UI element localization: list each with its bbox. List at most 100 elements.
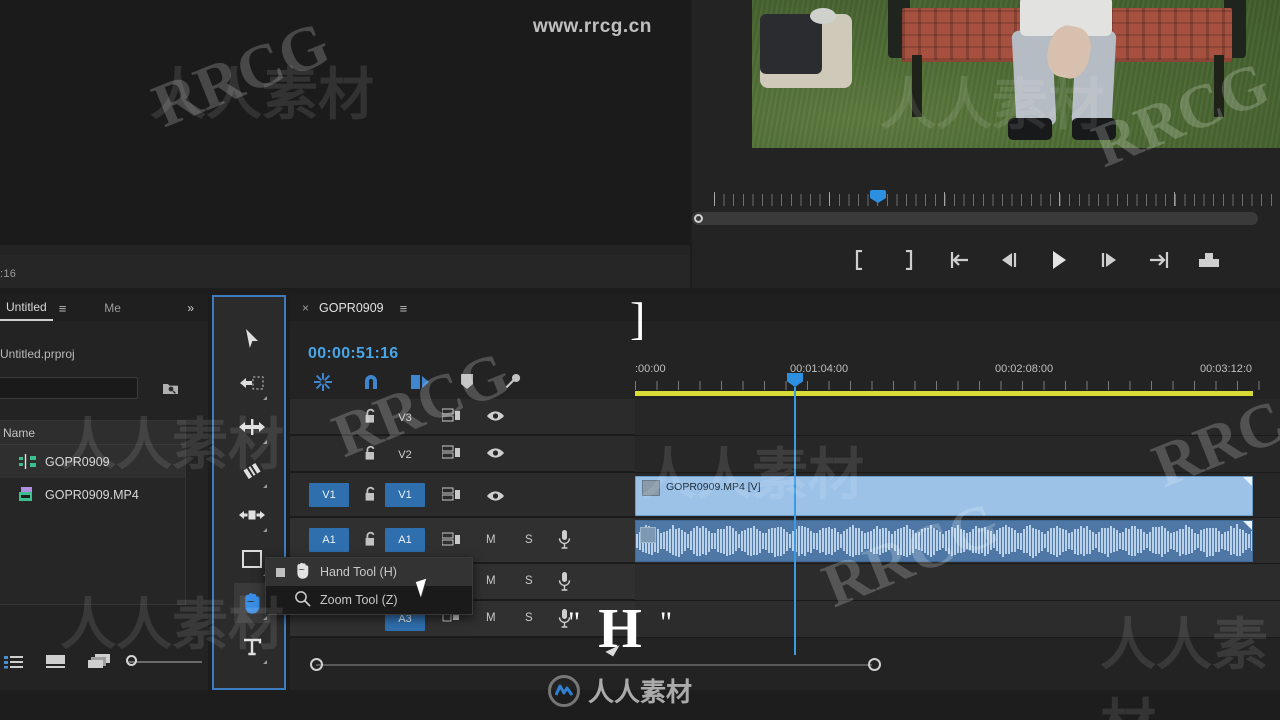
track-visibility-icon-v2[interactable] (486, 446, 505, 464)
program-monitor-video[interactable] (752, 0, 1280, 148)
slip-tool[interactable] (234, 495, 270, 535)
ripple-edit-tool[interactable] (234, 407, 270, 447)
track-voiceover-icon-a2[interactable] (558, 572, 571, 596)
panel-menu-icon[interactable]: ≡ (400, 301, 408, 316)
list-item[interactable]: GOPR0909.MP4 (0, 478, 185, 511)
track-mute-a1[interactable]: M (486, 534, 496, 546)
snap-magnet-icon[interactable] (362, 373, 380, 396)
track-row-v2[interactable]: V2 (290, 436, 1280, 473)
tab-media-browser[interactable]: Me (104, 301, 121, 315)
track-clip-area-v1[interactable]: GOPR0909.MP4 [V] (635, 473, 1280, 517)
audio-clip-gopr0909[interactable] (635, 520, 1253, 562)
tab-sequence-gopr0909[interactable]: GOPR0909 (319, 301, 384, 315)
playhead-line (794, 387, 796, 655)
track-voiceover-icon-a1[interactable] (558, 530, 571, 554)
sync-lock-icon[interactable] (441, 487, 461, 507)
mark-in-button[interactable] (834, 240, 884, 280)
type-tool[interactable] (234, 627, 270, 667)
track-mute-a3[interactable]: M (486, 612, 496, 624)
track-mute-a2[interactable]: M (486, 575, 496, 587)
track-solo-a1[interactable]: S (525, 534, 533, 546)
program-scrollbar[interactable] (692, 212, 1258, 225)
program-time-ruler[interactable] (714, 190, 1280, 208)
panel-menu-icon[interactable]: ≡ (59, 301, 67, 316)
track-source-a1[interactable]: A1 (309, 528, 349, 552)
go-to-out-button[interactable] (1134, 240, 1184, 280)
lock-icon[interactable] (364, 486, 377, 507)
step-back-button[interactable] (984, 240, 1034, 280)
timeline-time-ruler[interactable]: :00:00 00:01:04:00 00:02:08:00 00:03:12:… (635, 355, 1280, 390)
nest-sequence-icon[interactable] (314, 372, 332, 396)
work-area-bar[interactable] (635, 391, 1253, 396)
track-select-forward-tool[interactable] (234, 363, 270, 403)
list-item[interactable]: GOPR0909 (0, 445, 185, 478)
clip-corner-marker (1243, 521, 1252, 530)
source-monitor-video[interactable] (0, 0, 690, 245)
track-target-v2[interactable]: V2 (385, 443, 425, 467)
lock-icon[interactable] (364, 445, 377, 466)
freeform-view-icon[interactable] (88, 654, 111, 674)
menu-item-zoom-tool[interactable]: Zoom Tool (Z) (266, 586, 472, 614)
track-clip-area-a2[interactable] (635, 564, 1280, 600)
track-row-v1[interactable]: V1 V1 GOPR0909.MP4 [V] (290, 473, 1280, 518)
track-row-v3[interactable]: V3 (290, 399, 1280, 436)
icon-view-icon[interactable] (45, 654, 66, 674)
step-forward-button[interactable] (1084, 240, 1134, 280)
timeline-settings-wrench-icon[interactable] (504, 373, 522, 395)
tool-expand-corner (263, 396, 267, 400)
tab-overflow-icon[interactable]: » (187, 301, 194, 315)
track-target-a1[interactable]: A1 (385, 528, 425, 552)
timeline-scrollbar-handle-right[interactable] (868, 658, 881, 671)
rock (810, 8, 836, 24)
track-clip-area-v2[interactable] (635, 436, 1280, 472)
project-item-list[interactable]: Name GOPR0909 GOPR0909.MP4 (0, 420, 186, 605)
rate-stretch-tool[interactable] (234, 451, 270, 491)
tool-context-menu[interactable]: Hand Tool (H) Zoom Tool (Z) (265, 557, 473, 615)
go-to-in-button[interactable] (934, 240, 984, 280)
track-clip-area-v3[interactable] (635, 399, 1280, 435)
timeline-tabbar: × GOPR0909 ≡ (290, 295, 1280, 321)
lock-icon[interactable] (364, 531, 377, 552)
track-header-v2[interactable]: V2 (290, 436, 635, 472)
mark-out-button[interactable] (884, 240, 934, 280)
thumbnail-size-slider-track[interactable] (128, 661, 202, 663)
track-source-v1[interactable]: V1 (309, 483, 349, 507)
lift-button[interactable] (1184, 240, 1234, 280)
sync-lock-icon[interactable] (441, 532, 461, 552)
track-solo-a2[interactable]: S (525, 575, 533, 587)
timeline-scrollbar-handle-left[interactable] (310, 658, 323, 671)
track-target-v3[interactable]: V3 (385, 406, 425, 430)
tab-untitled-project[interactable]: Untitled (0, 295, 53, 321)
selected-bullet-icon (276, 567, 285, 577)
program-monitor-controls: 00:00:51:16 Fit 1/2 (692, 150, 1280, 326)
video-clip-gopr0909[interactable]: GOPR0909.MP4 [V] (635, 476, 1253, 516)
lock-icon[interactable] (364, 408, 377, 429)
track-visibility-icon-v1[interactable] (486, 489, 505, 507)
close-icon[interactable]: × (302, 301, 309, 315)
program-playhead[interactable] (870, 190, 886, 203)
track-header-v1[interactable]: V1 V1 (290, 473, 635, 517)
track-header-v3[interactable]: V3 (290, 399, 635, 435)
timeline-timecode[interactable]: 00:00:51:16 (308, 345, 398, 363)
track-target-v1[interactable]: V1 (385, 483, 425, 507)
timeline-scrollbar[interactable] (300, 658, 885, 672)
thumbnail-size-slider-handle[interactable] (126, 655, 137, 666)
timeline-panel: × GOPR0909 ≡ 00:00:51:16 :00:00 00:01:04… (290, 295, 1280, 690)
scrollbar-handle-left[interactable] (694, 214, 703, 223)
selection-tool[interactable] (234, 319, 270, 359)
list-view-icon[interactable] (4, 655, 23, 674)
play-stop-button[interactable] (1034, 240, 1084, 280)
sync-lock-icon[interactable] (441, 445, 461, 465)
track-solo-a3[interactable]: S (525, 612, 533, 624)
add-marker-icon[interactable] (460, 373, 474, 395)
search-input[interactable] (0, 377, 138, 399)
timeline-playhead[interactable] (787, 373, 803, 387)
sync-lock-icon[interactable] (441, 408, 461, 428)
menu-item-hand-tool[interactable]: Hand Tool (H) (266, 558, 472, 586)
clip-thumbnail-icon (642, 480, 660, 496)
track-clip-area-a3[interactable] (635, 601, 1280, 637)
track-visibility-icon-v3[interactable] (486, 409, 505, 427)
find-icon[interactable] (162, 381, 179, 401)
linked-selection-icon[interactable] (410, 373, 430, 396)
track-clip-area-a1[interactable] (635, 518, 1280, 563)
